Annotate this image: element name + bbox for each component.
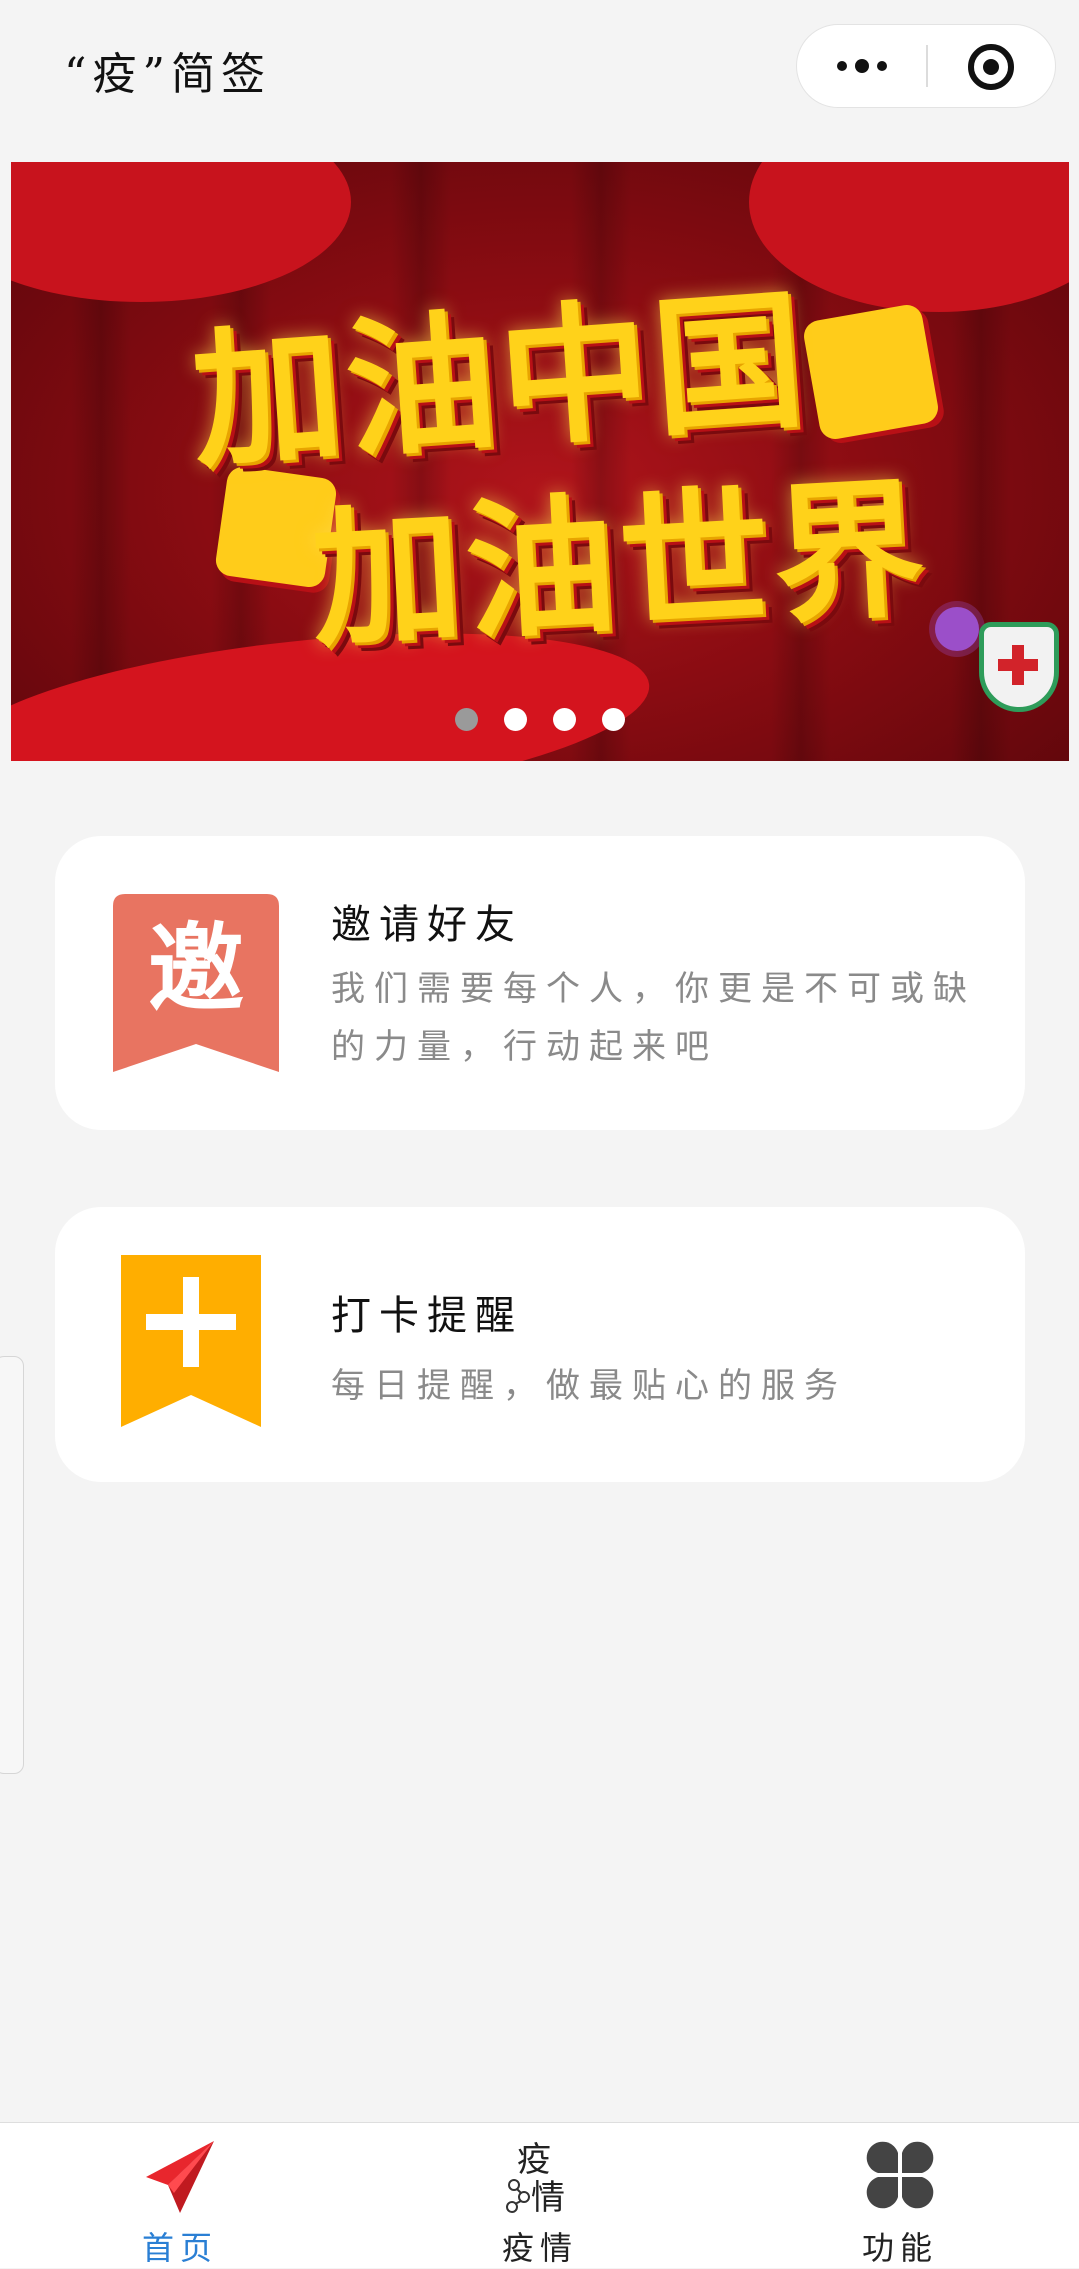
epidemic-icon: 疫 情 — [506, 2140, 565, 2215]
miniprogram-capsule — [796, 24, 1056, 108]
epidemic-icon-char-top: 疫 — [517, 2140, 551, 2180]
checkin-reminder-card[interactable]: 打卡提醒 每日提醒，做最贴心的服务 — [55, 1207, 1025, 1482]
carousel-dot[interactable] — [602, 708, 625, 731]
more-dot-icon — [836, 60, 847, 71]
medical-shield-icon — [979, 622, 1059, 712]
banner-carousel[interactable]: 加油中国 加油世界 — [11, 162, 1069, 761]
tab-home-label: 首页 — [141, 2229, 218, 2267]
page-title: “疫”简签 — [64, 49, 271, 100]
carousel-dot[interactable] — [504, 708, 527, 731]
reminder-badge-icon — [121, 1255, 261, 1427]
paper-plane-icon — [146, 2141, 214, 2213]
fist-icon — [801, 302, 941, 442]
invite-friends-card[interactable]: 邀 邀请好友 我们需要每个人，你更是不可或缺的力量，行动起来吧 — [55, 836, 1025, 1130]
clover-grid-icon — [866, 2141, 934, 2209]
tab-epidemic-label: 疫情 — [501, 2229, 578, 2267]
more-dot-icon — [876, 60, 887, 71]
invite-badge-char: 邀 — [148, 913, 244, 1025]
invite-friends-description: 我们需要每个人，你更是不可或缺的力量，行动起来吧 — [331, 969, 976, 1067]
carousel-dot[interactable] — [553, 708, 576, 731]
invite-badge-icon: 邀 — [113, 894, 279, 1072]
carousel-dot[interactable] — [455, 708, 478, 731]
checkin-reminder-title: 打卡提醒 — [331, 1293, 523, 1339]
epidemic-icon-char-bottom: 情 — [531, 2178, 565, 2215]
capsule-divider — [926, 45, 928, 87]
invite-friends-title: 邀请好友 — [331, 902, 523, 948]
carousel-indicators — [11, 708, 1069, 731]
bottom-tab-bar: 首页 疫 情 疫情 功能 — [0, 2122, 1079, 2268]
tab-home[interactable]: 首页 — [80, 2131, 280, 2267]
more-dot-icon — [854, 58, 869, 73]
tab-epidemic[interactable]: 疫 情 疫情 — [440, 2131, 640, 2267]
more-options-button[interactable] — [797, 25, 926, 106]
checkin-reminder-description: 每日提醒，做最贴心的服务 — [331, 1366, 847, 1406]
banner-slogan-line2: 加油世界 — [307, 460, 932, 669]
virus-icon — [935, 607, 979, 651]
tab-functions[interactable]: 功能 — [800, 2131, 1000, 2267]
side-drawer-handle[interactable] — [0, 1356, 24, 1774]
close-miniprogram-icon[interactable] — [967, 43, 1015, 91]
tab-functions-label: 功能 — [861, 2229, 938, 2267]
